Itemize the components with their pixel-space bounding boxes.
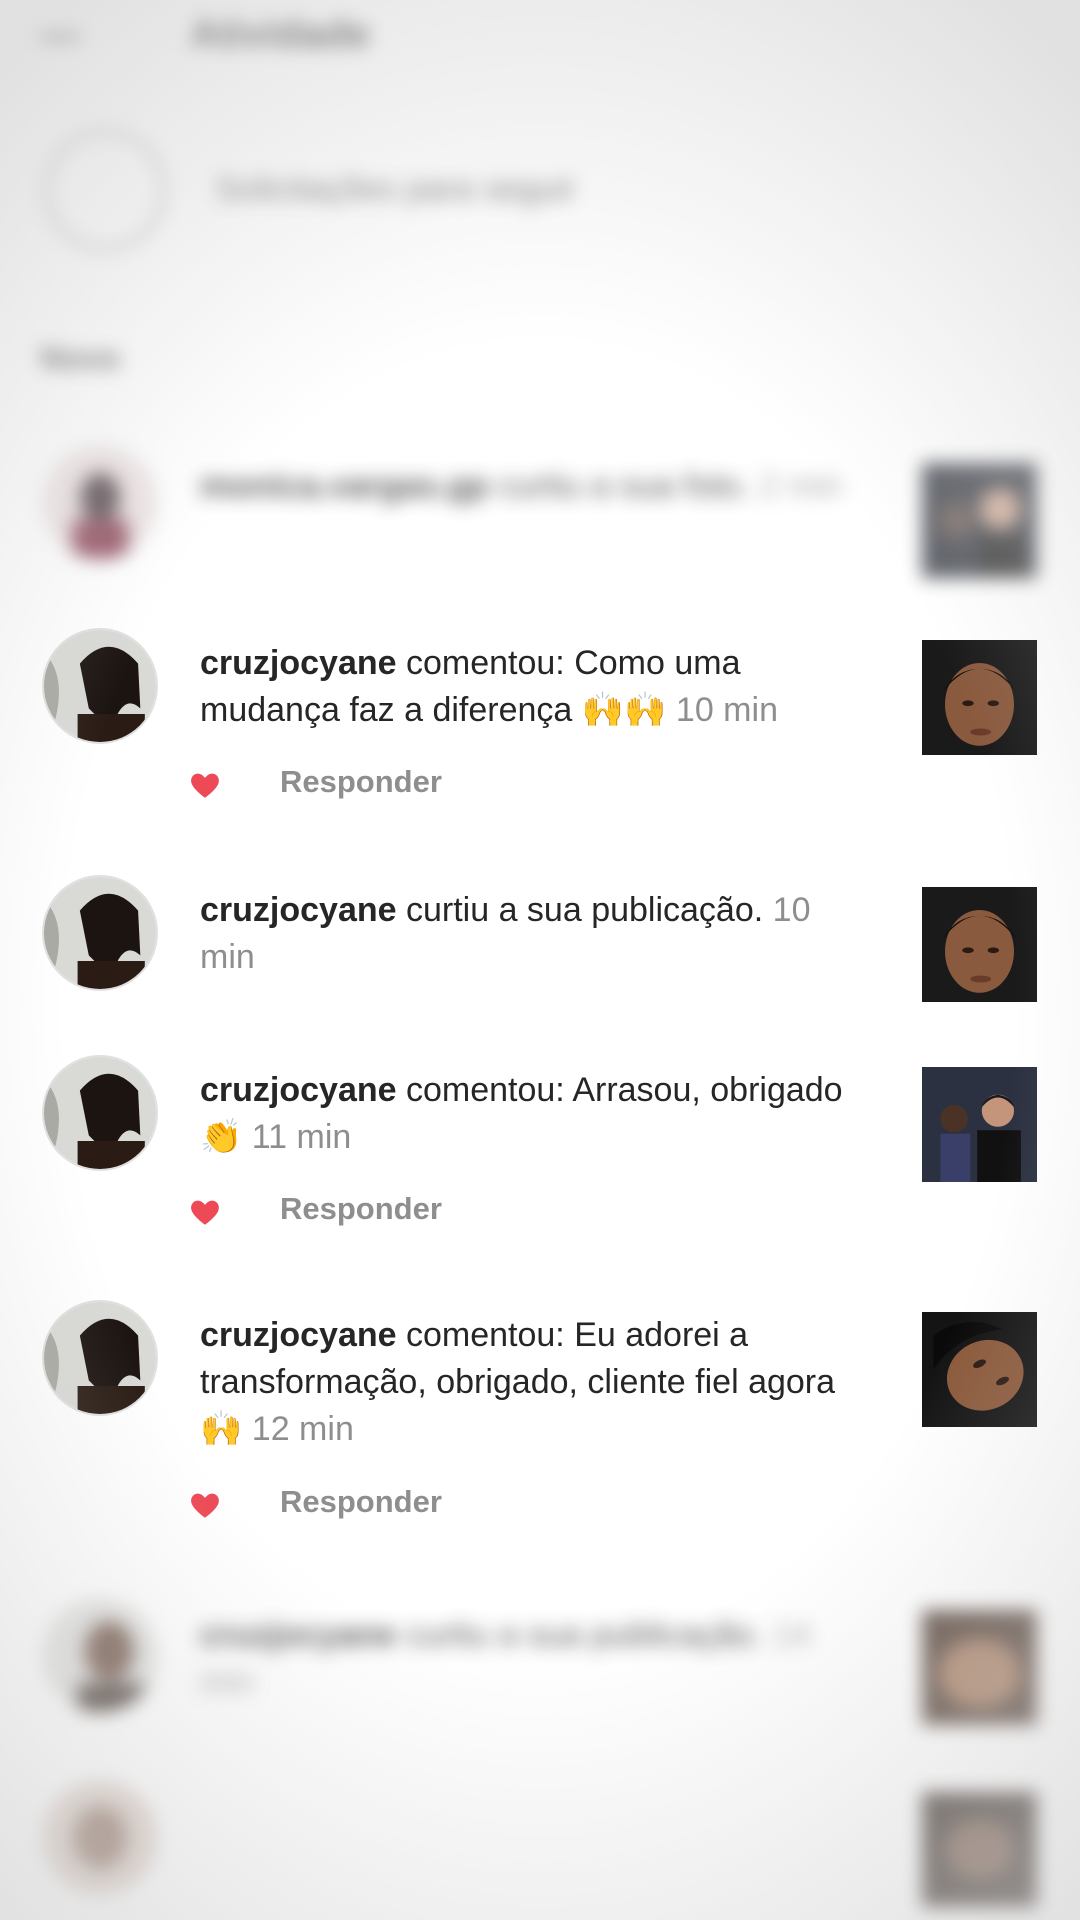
- follow-requests-label: Solicitações para seguir: [215, 170, 576, 208]
- notification-text: monica.vargas.gp curtiu a sua foto. 2 mi…: [200, 463, 860, 510]
- notification-row[interactable]: cruzjocyane comentou: Como uma mudança f…: [0, 628, 1080, 808]
- reply-button[interactable]: Responder: [280, 1484, 442, 1520]
- emoji: 👏: [200, 1117, 243, 1157]
- heart-icon[interactable]: [188, 768, 222, 802]
- reply-button[interactable]: Responder: [280, 1191, 442, 1227]
- notification-row[interactable]: cruzjocyane curtiu a sua publicação. 10 …: [0, 875, 1080, 1005]
- timestamp: 2 min: [759, 467, 843, 505]
- username[interactable]: cruzjocyane: [200, 1071, 397, 1109]
- post-thumbnail[interactable]: [922, 1067, 1037, 1182]
- notification-action: curtiu a sua publicação.: [405, 891, 764, 929]
- notification-text: cruzjocyane curtiu a sua publicação. 14 …: [200, 1612, 860, 1706]
- notification-action: comentou: Arrasou, obrigado: [405, 1071, 843, 1109]
- avatar[interactable]: [42, 1780, 158, 1896]
- notification-row[interactable]: [0, 1780, 1080, 1910]
- top-header: Atividade: [0, 0, 1080, 80]
- notification-text: cruzjocyane comentou: Eu adorei a transf…: [200, 1312, 860, 1453]
- notification-text: cruzjocyane comentou: Como uma mudança f…: [200, 640, 860, 734]
- notification-row[interactable]: cruzjocyane comentou: Arrasou, obrigado …: [0, 1055, 1080, 1235]
- notification-text: cruzjocyane curtiu a sua publicação. 10 …: [200, 887, 860, 981]
- avatar[interactable]: [42, 445, 158, 561]
- notification-row[interactable]: monica.vargas.gp curtiu a sua foto. 2 mi…: [0, 445, 1080, 578]
- post-thumbnail[interactable]: [922, 463, 1037, 578]
- timestamp: 10 min: [675, 691, 778, 729]
- timestamp: 12 min: [251, 1410, 354, 1448]
- back-arrow-icon[interactable]: [30, 12, 90, 62]
- emoji: 🙌: [200, 1409, 243, 1449]
- notification-row[interactable]: cruzjocyane curtiu a sua publicação. 14 …: [0, 1598, 1080, 1728]
- section-label: Novo: [40, 340, 120, 376]
- avatar[interactable]: [42, 875, 158, 991]
- heart-icon[interactable]: [188, 1488, 222, 1522]
- avatar[interactable]: [42, 628, 158, 744]
- heart-icon[interactable]: [188, 1195, 222, 1229]
- notification-row[interactable]: cruzjocyane comentou: Eu adorei a transf…: [0, 1300, 1080, 1530]
- username[interactable]: cruzjocyane: [200, 1316, 397, 1354]
- timestamp: 11 min: [251, 1118, 352, 1156]
- username[interactable]: monica.vargas.gp: [200, 467, 489, 505]
- page-title: Atividade: [190, 12, 371, 56]
- post-thumbnail[interactable]: [922, 1610, 1037, 1725]
- follow-requests-icon: [45, 130, 165, 250]
- emoji: 🙌🙌: [581, 690, 667, 730]
- post-thumbnail[interactable]: [922, 1792, 1037, 1907]
- username[interactable]: cruzjocyane: [200, 891, 397, 929]
- post-thumbnail[interactable]: [922, 887, 1037, 1002]
- follow-requests-row[interactable]: Solicitações para seguir: [0, 120, 1080, 270]
- notification-text: cruzjocyane comentou: Arrasou, obrigado …: [200, 1067, 860, 1161]
- notification-action: curtiu a sua publicação.: [405, 1616, 764, 1654]
- notification-action: curtiu a sua foto.: [498, 467, 750, 505]
- username[interactable]: cruzjocyane: [200, 644, 397, 682]
- reply-button[interactable]: Responder: [280, 764, 442, 800]
- avatar[interactable]: [42, 1300, 158, 1416]
- avatar[interactable]: [42, 1598, 158, 1714]
- avatar[interactable]: [42, 1055, 158, 1171]
- post-thumbnail[interactable]: [922, 640, 1037, 755]
- post-thumbnail[interactable]: [922, 1312, 1037, 1427]
- username[interactable]: cruzjocyane: [200, 1616, 397, 1654]
